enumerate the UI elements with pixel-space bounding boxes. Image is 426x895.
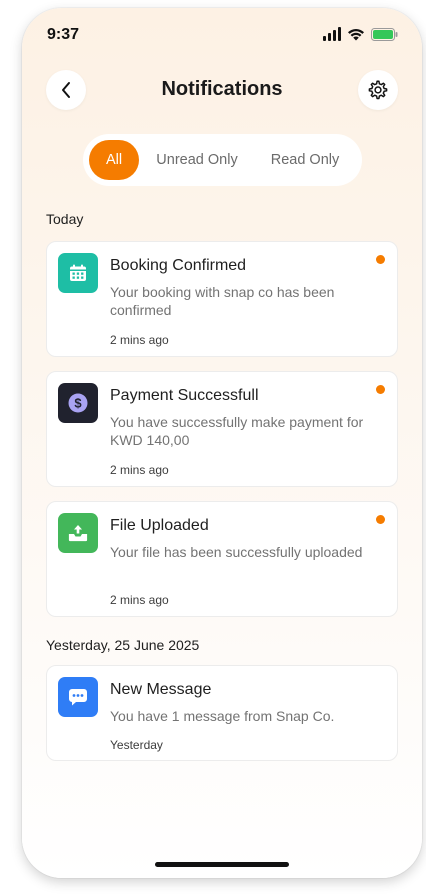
home-indicator (155, 862, 289, 867)
upload-icon (58, 513, 98, 553)
tab-all[interactable]: All (89, 140, 139, 180)
status-bar: 9:37 (22, 8, 422, 58)
notification-body: You have successfully make payment for K… (110, 414, 364, 448)
notification-title: Payment Successfull (110, 387, 259, 404)
notification-body: Your file has been successfully uploaded (110, 544, 363, 560)
header: Notifications (22, 70, 422, 110)
filter-tabs: All Unread Only Read Only (83, 134, 362, 186)
wifi-icon (347, 27, 365, 41)
unread-dot (376, 255, 385, 264)
notification-body: You have 1 message from Snap Co. (110, 708, 335, 724)
notification-title: Booking Confirmed (110, 257, 247, 274)
unread-dot (376, 385, 385, 394)
unread-dot (376, 515, 385, 524)
notification-card[interactable]: Booking Confirmed Your booking with snap… (46, 241, 398, 357)
calendar-icon (58, 253, 98, 293)
status-time: 9:37 (47, 26, 80, 43)
phone-screen: 9:37 Notifications All Unread Only Read … (22, 8, 422, 878)
signal-icon (323, 27, 341, 41)
notification-card[interactable]: $ Payment Successfull You have successfu… (46, 371, 398, 487)
tab-read-only[interactable]: Read Only (255, 140, 355, 180)
notification-title: File Uploaded (110, 517, 209, 534)
settings-button[interactable] (358, 70, 398, 110)
tab-unread-only[interactable]: Unread Only (139, 140, 255, 180)
gear-icon (368, 80, 388, 100)
notification-time: 2 mins ago (110, 593, 169, 607)
notification-body: Your booking with snap co has been confi… (110, 284, 335, 318)
status-icons (323, 27, 398, 41)
dollar-icon: $ (58, 383, 98, 423)
notification-time: 2 mins ago (110, 463, 169, 477)
notification-card[interactable]: File Uploaded Your file has been success… (46, 501, 398, 617)
notification-time: Yesterday (110, 738, 163, 752)
chat-icon (58, 677, 98, 717)
notification-title: New Message (110, 681, 212, 698)
svg-text:$: $ (74, 396, 82, 411)
notification-time: 2 mins ago (110, 333, 169, 347)
section-label-today: Today (46, 211, 84, 227)
battery-icon (371, 27, 398, 41)
notification-card[interactable]: New Message You have 1 message from Snap… (46, 665, 398, 761)
section-label-yesterday: Yesterday, 25 June 2025 (46, 637, 200, 653)
